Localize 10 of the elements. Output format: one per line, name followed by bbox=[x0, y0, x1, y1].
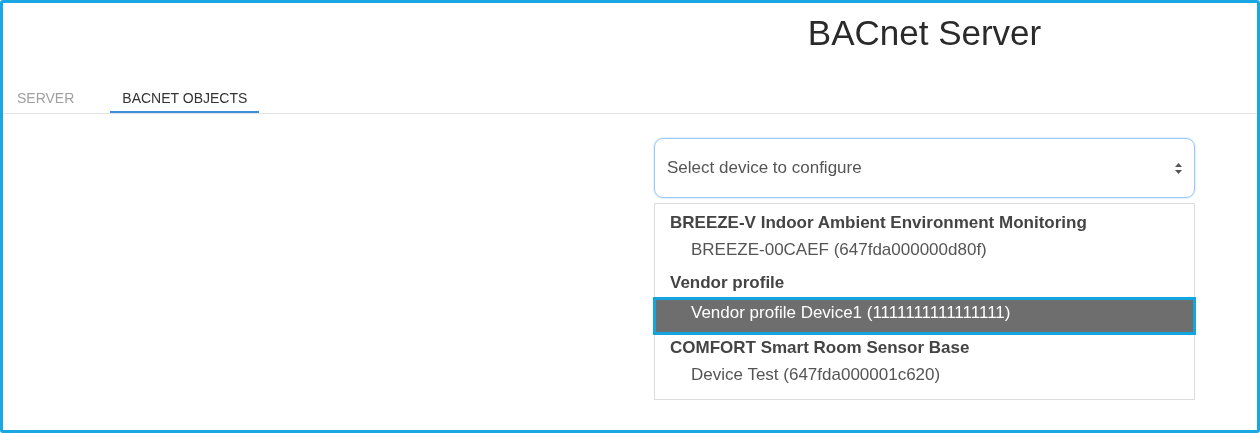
option-group-label: BREEZE-V Indoor Ambient Environment Monitoring bbox=[669, 212, 1088, 234]
dropdown-option[interactable]: Device Test (647fda000001c620) bbox=[655, 362, 1194, 395]
page-title: BACnet Server bbox=[806, 12, 1043, 54]
dropdown-option[interactable]: BREEZE-00CAEF (647fda000000d80f) bbox=[655, 237, 1194, 270]
sort-arrows-icon bbox=[1175, 162, 1182, 174]
dropdown-option[interactable]: Vendor profile Device1 (1111111111111111) bbox=[655, 299, 1194, 333]
option-group-label: COMFORT Smart Room Sensor Base bbox=[669, 337, 971, 359]
device-select[interactable]: Select device to configure bbox=[654, 138, 1195, 198]
tab[interactable]: BACNET OBJECTS bbox=[110, 75, 260, 113]
option-group-label: Vendor profile bbox=[669, 272, 786, 294]
